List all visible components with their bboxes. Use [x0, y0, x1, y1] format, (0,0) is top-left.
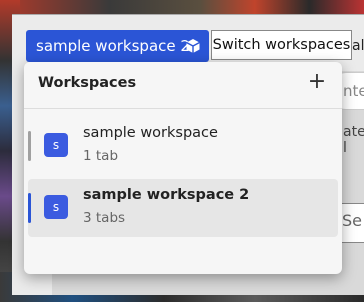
tab-strip-text: al — [352, 38, 364, 54]
cube-icon — [186, 39, 200, 53]
workspace-name: sample workspace — [83, 125, 218, 141]
workspaces-flyout: Workspaces + s sample workspace 1 tab s … — [24, 62, 342, 274]
address-bar-text: nte — [343, 82, 364, 100]
workspace-indicator — [28, 131, 31, 161]
workspace-item-sample-workspace[interactable]: s sample workspace 1 tab — [28, 117, 338, 175]
page-search-text: Se — [342, 211, 362, 230]
workspace-item-sample-workspace-2[interactable]: s sample workspace 2 3 tabs — [28, 179, 338, 237]
workspace-tab-count: 3 tabs — [83, 210, 126, 226]
workspace-switcher-button[interactable]: sample workspace 2 — [26, 30, 209, 62]
page-text: ate l — [343, 124, 364, 156]
workspace-avatar: s — [44, 195, 68, 219]
switch-workspaces-tooltip: Switch workspaces — [211, 30, 352, 60]
workspace-tab-count: 1 tab — [83, 148, 119, 164]
flyout-title: Workspaces — [38, 75, 137, 91]
workspace-button-label: sample workspace 2 — [36, 37, 190, 55]
workspace-name: sample workspace 2 — [83, 187, 250, 203]
add-workspace-button[interactable]: + — [306, 71, 328, 93]
workspace-indicator — [28, 193, 31, 223]
workspace-avatar: s — [44, 133, 68, 157]
flyout-divider — [24, 108, 342, 109]
